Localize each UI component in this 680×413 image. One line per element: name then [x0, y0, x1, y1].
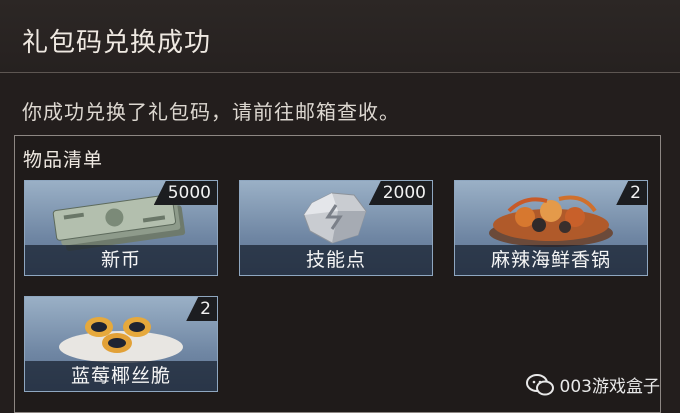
item-name: 技能点: [240, 245, 432, 275]
reward-item-skill-points[interactable]: 2000 技能点: [239, 180, 433, 276]
blueberry-tart-icon: [59, 317, 183, 363]
item-name: 新币: [25, 245, 217, 275]
item-name: 麻辣海鲜香锅: [455, 245, 647, 275]
dialog-title: 礼包码兑换成功: [22, 28, 212, 58]
item-name: 蓝莓椰丝脆: [25, 361, 217, 391]
seafood-pot-icon: [489, 195, 613, 247]
item-list-title: 物品清单: [23, 149, 104, 171]
watermark: 003游戏盒子: [525, 372, 660, 397]
reward-item-spicy-seafood-pot[interactable]: 2 麻辣海鲜香锅: [454, 180, 648, 276]
reward-item-blueberry-coconut-crisp[interactable]: 2 蓝莓椰丝脆: [24, 296, 218, 392]
watermark-text: 003游戏盒子: [559, 377, 660, 397]
reward-item-new-coin[interactable]: 5000 新币: [24, 180, 218, 276]
wechat-icon: [525, 373, 554, 395]
success-message: 你成功兑换了礼包码，请前往邮箱查收。: [22, 100, 400, 124]
dialog-header: 礼包码兑换成功: [0, 0, 680, 73]
